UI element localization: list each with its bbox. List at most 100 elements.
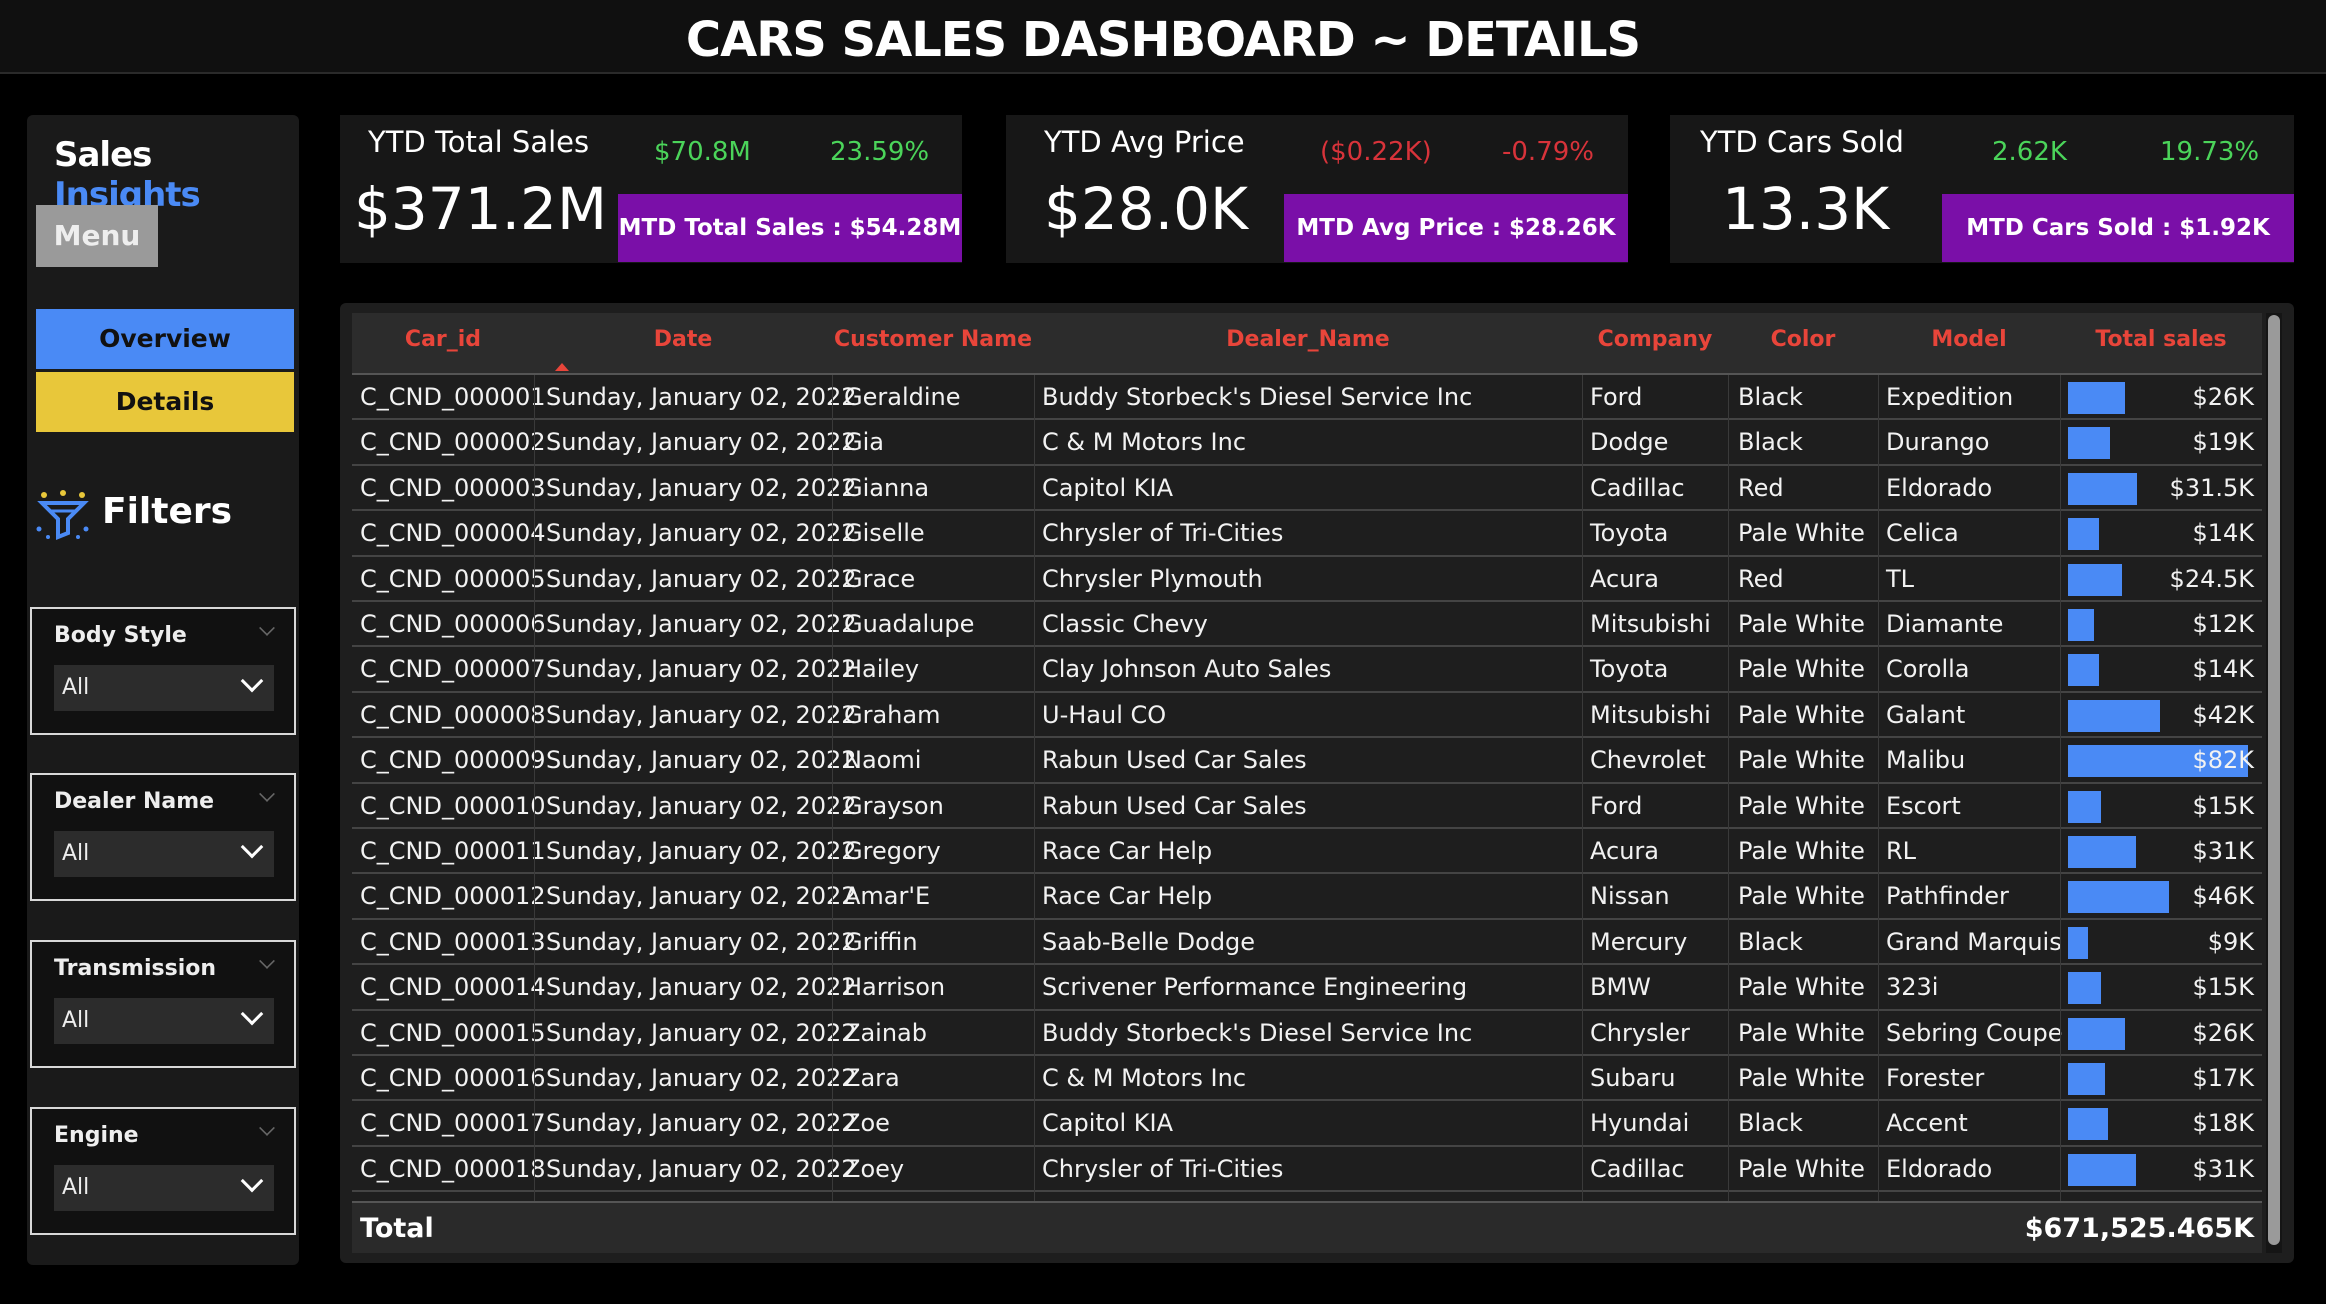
table-row[interactable]: C_CND_000001 Sunday, January 02, 2022 Gera… — [352, 375, 2262, 421]
dealer-name-dropdown[interactable]: All — [54, 831, 274, 877]
kpi-value: 13.3K — [1722, 175, 1890, 243]
page-title: CARS SALES DASHBOARD ~ DETAILS — [685, 12, 1641, 68]
cell-car-id: C_CND_000010 — [360, 791, 546, 820]
kpi-card-total-sales: YTD Total Sales $371.2M $70.8M 23.59% MT… — [340, 115, 962, 263]
column-header-car-id[interactable]: Car_id — [352, 313, 534, 375]
details-nav-button[interactable]: Details — [36, 372, 294, 432]
chevron-down-icon[interactable] — [259, 1120, 275, 1136]
cell-model: Eldorado — [1886, 1154, 1993, 1183]
engine-dropdown[interactable]: All — [54, 1165, 274, 1211]
table-row[interactable]: C_CND_000018 Sunday, January 02, 2022 Zoey… — [352, 1146, 2262, 1193]
cell-color: Pale White — [1738, 610, 1865, 638]
column-header-customer-name[interactable]: Customer Name — [832, 313, 1034, 375]
chevron-down-icon[interactable] — [259, 620, 275, 636]
cell-color: Black — [1738, 1109, 1803, 1138]
kpi-title: YTD Total Sales — [368, 125, 590, 159]
cell-dealer-name: U-Haul CO — [1042, 700, 1167, 729]
cell-model: Diamante — [1886, 610, 2004, 638]
cell-company: BMW — [1590, 973, 1651, 1002]
vertical-scrollbar[interactable] — [2266, 313, 2282, 1253]
chevron-down-icon[interactable] — [259, 786, 275, 802]
cell-date: Sunday, January 02, 2022 — [546, 428, 857, 457]
cell-customer-name: Guadalupe — [844, 610, 975, 638]
table-row[interactable]: C_CND_000006 Sunday, January 02, 2022 Guad… — [352, 602, 2262, 648]
cell-model: Forester — [1886, 1064, 1985, 1092]
column-header-company[interactable]: Company — [1582, 313, 1728, 375]
sales-databar — [2068, 836, 2136, 868]
column-separator — [1582, 375, 1583, 1223]
sales-databar — [2068, 1153, 2136, 1186]
slicer-title: Dealer Name — [54, 789, 215, 814]
table-row[interactable]: C_CND_000014 Sunday, January 02, 2022 Harr… — [352, 965, 2262, 1011]
table-row[interactable]: C_CND_000017 Sunday, January 02, 2022 Zoe C… — [352, 1101, 2262, 1147]
menu-button[interactable]: Menu — [36, 205, 158, 267]
overview-nav-button[interactable]: Overview — [36, 309, 294, 369]
column-header-date[interactable]: Date — [534, 313, 832, 375]
cell-total-sales: $14K — [2192, 655, 2254, 684]
cell-date: Sunday, January 02, 2022 — [546, 519, 857, 548]
cell-total-sales: $19K — [2192, 428, 2254, 457]
slicer-title: Transmission — [54, 956, 217, 981]
table-row[interactable]: C_CND_000011 Sunday, January 02, 2022 Greg… — [352, 829, 2262, 875]
scrollbar-thumb[interactable] — [2268, 315, 2280, 1245]
table-row[interactable]: C_CND_000005 Sunday, January 02, 2022 Grac… — [352, 556, 2262, 602]
table-row[interactable]: C_CND_000004 Sunday, January 02, 2022 Gise… — [352, 511, 2262, 557]
cell-car-id: C_CND_000008 — [360, 700, 546, 729]
cell-model: Celica — [1886, 519, 1959, 548]
column-header-model[interactable]: Model — [1878, 313, 2060, 375]
details-table: Car_id Date Customer Name Dealer_Name Co… — [340, 303, 2294, 1263]
column-header-total-sales[interactable]: Total sales — [2060, 313, 2262, 375]
cell-company: Dodge — [1590, 428, 1669, 457]
table-row[interactable]: C_CND_000003 Sunday, January 02, 2022 Gian… — [352, 465, 2262, 512]
cell-model: Expedition — [1886, 383, 2014, 411]
table-row[interactable]: C_CND_000015 Sunday, January 02, 2022 Zain… — [352, 1010, 2262, 1056]
cell-car-id: C_CND_000007 — [360, 655, 546, 684]
cell-total-sales: $15K — [2192, 791, 2254, 820]
cell-date: Sunday, January 02, 2022 — [546, 1064, 857, 1092]
slicer-value: All — [62, 675, 90, 700]
kpi-card-avg-price: YTD Avg Price $28.0K ($0.22K) -0.79% MTD… — [1006, 115, 1628, 263]
cell-color: Pale White — [1738, 519, 1865, 548]
table-row[interactable]: C_CND_000007 Sunday, January 02, 2022 Hail… — [352, 647, 2262, 693]
cell-color: Red — [1738, 564, 1784, 593]
table-row[interactable]: C_CND_000009 Sunday, January 02, 2022 Naom… — [352, 738, 2262, 784]
engine-slicer: Engine All — [30, 1107, 296, 1235]
cell-customer-name: Gianna — [844, 473, 930, 502]
cell-total-sales: $12K — [2192, 610, 2254, 638]
sales-databar — [2068, 1108, 2108, 1141]
column-separator — [1728, 375, 1729, 1223]
table-row[interactable]: C_CND_000016 Sunday, January 02, 2022 Zara… — [352, 1056, 2262, 1102]
slicer-value: All — [62, 1008, 90, 1033]
table-row[interactable]: C_CND_000002 Sunday, January 02, 2022 Gia C… — [352, 420, 2262, 466]
cell-total-sales: $17K — [2192, 1064, 2254, 1092]
cell-dealer-name: Clay Johnson Auto Sales — [1042, 655, 1332, 684]
cell-date: Sunday, January 02, 2022 — [546, 1154, 857, 1183]
column-separator — [2060, 375, 2061, 1223]
cell-customer-name: Giselle — [844, 519, 925, 548]
cell-color: Pale White — [1738, 1064, 1865, 1092]
cell-company: Acura — [1590, 837, 1659, 865]
body-style-dropdown[interactable]: All — [54, 665, 274, 711]
cell-customer-name: Zara — [844, 1064, 900, 1092]
column-header-dealer-name[interactable]: Dealer_Name — [1034, 313, 1582, 375]
cell-model: Galant — [1886, 700, 1966, 729]
cell-customer-name: Geraldine — [844, 383, 961, 411]
cell-dealer-name: C & M Motors Inc — [1042, 1064, 1247, 1092]
cell-company: Ford — [1590, 383, 1643, 411]
chevron-down-icon[interactable] — [259, 953, 275, 969]
table-row[interactable]: C_CND_000013 Sunday, January 02, 2022 Grif… — [352, 919, 2262, 966]
cell-company: Mercury — [1590, 927, 1688, 956]
table-row[interactable]: C_CND_000010 Sunday, January 02, 2022 Gray… — [352, 783, 2262, 829]
sales-databar — [2068, 382, 2125, 414]
cell-dealer-name: Race Car Help — [1042, 882, 1213, 911]
cell-company: Mitsubishi — [1590, 700, 1711, 729]
cell-company: Subaru — [1590, 1064, 1676, 1092]
column-header-color[interactable]: Color — [1728, 313, 1878, 375]
table-row[interactable]: C_CND_000012 Sunday, January 02, 2022 Amar… — [352, 874, 2262, 920]
cell-dealer-name: C & M Motors Inc — [1042, 428, 1247, 457]
cell-dealer-name: Buddy Storbeck's Diesel Service Inc — [1042, 1018, 1473, 1047]
cell-customer-name: Zoey — [844, 1154, 905, 1183]
transmission-dropdown[interactable]: All — [54, 998, 274, 1044]
table-row[interactable]: C_CND_000008 Sunday, January 02, 2022 Grah… — [352, 692, 2262, 739]
cell-customer-name: Naomi — [844, 746, 922, 775]
